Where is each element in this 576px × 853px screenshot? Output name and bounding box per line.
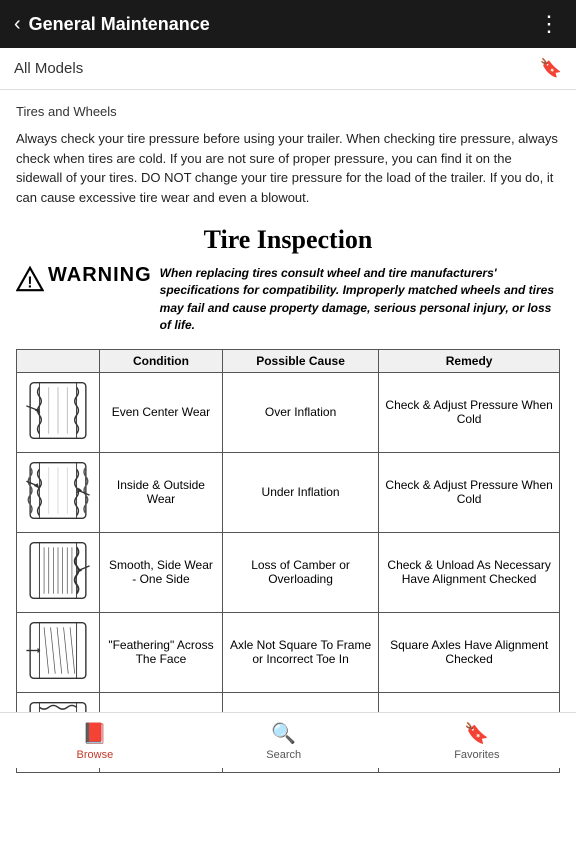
warning-icon-area: ! WARNING	[16, 265, 152, 293]
tire-image-cell	[17, 372, 100, 452]
condition-cell: Even Center Wear	[100, 372, 223, 452]
col-condition: Condition	[100, 349, 223, 372]
back-button[interactable]: ‹	[14, 13, 21, 36]
header-left: ‹ General Maintenance	[14, 13, 210, 36]
remedy-cell: Check & Adjust Pressure When Cold	[379, 452, 560, 532]
model-label: All Models	[14, 60, 83, 77]
remedy-cell: Check & Adjust Pressure When Cold	[379, 372, 560, 452]
section-label: Tires and Wheels	[16, 104, 560, 119]
tire-image-cell	[17, 532, 100, 612]
table-row: Inside & Outside Wear Under Inflation Ch…	[17, 452, 560, 532]
col-remedy: Remedy	[379, 349, 560, 372]
bottom-nav: 📕 Browse 🔍 Search 🔖 Favorites	[0, 712, 576, 768]
warning-text: When replacing tires consult wheel and t…	[160, 265, 560, 335]
search-icon: 🔍	[271, 721, 296, 746]
warning-triangle-icon: !	[16, 265, 44, 293]
cause-cell: Loss of Camber or Overloading	[222, 532, 378, 612]
bookmark-icon[interactable]: 🔖	[540, 58, 562, 79]
condition-cell: Inside & Outside Wear	[100, 452, 223, 532]
nav-search[interactable]: 🔍 Search	[266, 721, 301, 761]
condition-cell: "Feathering" Across The Face	[100, 612, 223, 692]
remedy-cell: Square Axles Have Alignment Checked	[379, 612, 560, 692]
app-header: ‹ General Maintenance ⋮	[0, 0, 576, 48]
condition-cell: Smooth, Side Wear - One Side	[100, 532, 223, 612]
favorites-label: Favorites	[454, 749, 499, 761]
table-header-row: Condition Possible Cause Remedy	[17, 349, 560, 372]
table-row: Smooth, Side Wear - One Side Loss of Cam…	[17, 532, 560, 612]
remedy-cell: Check & Unload As Necessary Have Alignme…	[379, 532, 560, 612]
favorites-icon: 🔖	[464, 721, 489, 746]
more-options-button[interactable]: ⋮	[538, 11, 562, 37]
cause-cell: Over Inflation	[222, 372, 378, 452]
nav-favorites[interactable]: 🔖 Favorites	[454, 721, 499, 761]
header-title: General Maintenance	[29, 14, 210, 35]
nav-browse[interactable]: 📕 Browse	[77, 721, 114, 761]
table-row: "Feathering" Across The Face Axle Not Sq…	[17, 612, 560, 692]
table-row: Even Center Wear Over Inflation Check & …	[17, 372, 560, 452]
search-label: Search	[266, 749, 301, 761]
subheader: All Models 🔖	[0, 48, 576, 90]
warning-box: ! WARNING When replacing tires consult w…	[16, 265, 560, 335]
tire-image-cell	[17, 612, 100, 692]
tire-image-cell	[17, 452, 100, 532]
col-cause: Possible Cause	[222, 349, 378, 372]
col-image	[17, 349, 100, 372]
page-title: Tire Inspection	[16, 225, 560, 255]
cause-cell: Under Inflation	[222, 452, 378, 532]
browse-label: Browse	[77, 749, 114, 761]
browse-icon: 📕	[82, 721, 107, 746]
svg-text:!: !	[27, 274, 32, 291]
warning-label: WARNING	[48, 265, 152, 285]
intro-text: Always check your tire pressure before u…	[16, 129, 560, 207]
cause-cell: Axle Not Square To Frame or Incorrect To…	[222, 612, 378, 692]
inspection-table: Condition Possible Cause Remedy Even Cen…	[16, 349, 560, 773]
